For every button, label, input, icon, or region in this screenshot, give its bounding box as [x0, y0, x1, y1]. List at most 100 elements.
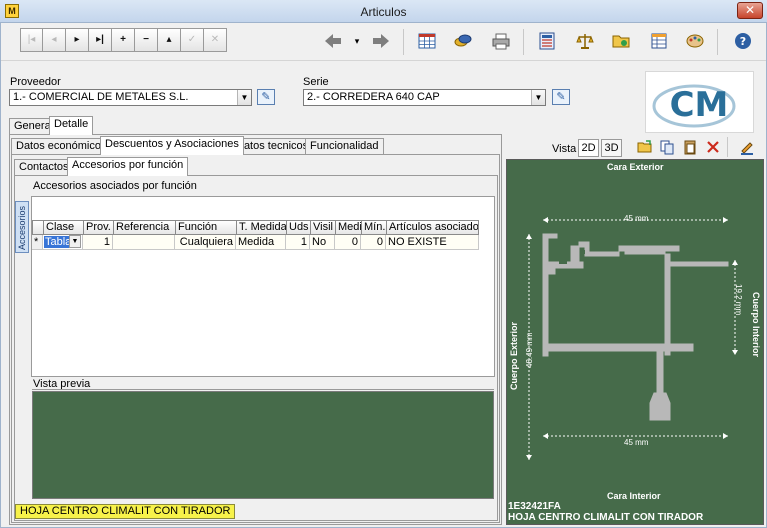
tab-accesorios-por-funcion[interactable]: Accesorios por función — [67, 157, 189, 176]
dimension-lines — [528, 219, 736, 460]
window-title: Articulos — [360, 5, 407, 19]
profile-name: HOJA CENTRO CLIMALIT CON TIRADOR — [508, 512, 704, 523]
title-bar: M Articulos ✕ — [0, 0, 767, 23]
close-button[interactable]: ✕ — [737, 2, 763, 19]
toolbar-separator — [717, 29, 718, 55]
forward-arrow-icon[interactable] — [371, 31, 391, 51]
clase-select[interactable]: Tabla ▼ — [43, 235, 83, 250]
preview-divider — [32, 389, 494, 390]
cell-visible[interactable]: No — [310, 235, 335, 250]
cell-min[interactable]: 0 — [361, 235, 386, 250]
column-header-t-medida[interactable]: T. Medida — [236, 220, 286, 235]
section-title: Accesorios asociados por función — [33, 180, 197, 192]
first-record-button[interactable]: |◂ — [20, 28, 43, 52]
dimension-bottom-label: 45 mm — [624, 438, 649, 447]
grid-row-marker-header — [32, 220, 43, 235]
copy-icon[interactable] — [659, 139, 675, 157]
calculator-icon[interactable] — [537, 31, 557, 51]
next-record-button[interactable]: ▸ — [66, 28, 89, 52]
cancel-record-button[interactable]: ✕ — [204, 28, 227, 52]
coins-icon[interactable] — [453, 31, 473, 51]
window-frame: |◂ ◂ ▸ ▸| + − ▴ ✓ ✕ ▾ ? Proveedor 1.- CO… — [0, 23, 767, 528]
back-dropdown-icon[interactable]: ▾ — [347, 31, 367, 51]
serie-value: 2.- CORREDERA 640 CAP — [307, 91, 440, 103]
tab-descuentos-asociaciones[interactable]: Descuentos y Asociaciones — [100, 136, 244, 155]
chevron-down-icon[interactable]: ▼ — [69, 235, 81, 248]
status-label: HOJA CENTRO CLIMALIT CON TIRADOR — [15, 504, 236, 519]
proveedor-select[interactable]: 1.- COMERCIAL DE METALES S.L. ▼ — [9, 89, 252, 106]
grid-icon[interactable] — [417, 31, 437, 51]
cell-medi[interactable]: 0 — [335, 235, 361, 250]
column-header-visible[interactable]: Visil — [310, 220, 335, 235]
confirm-record-button[interactable]: ✓ — [181, 28, 204, 52]
tab-funcionalidad[interactable]: Funcionalidad — [305, 138, 384, 155]
cell-uds[interactable]: 1 — [286, 235, 310, 250]
scale-icon[interactable] — [575, 31, 595, 51]
previous-record-button[interactable]: ◂ — [43, 28, 66, 52]
edit-serie-icon[interactable]: ✎ — [552, 89, 570, 105]
profile-code: 1E32421FA — [508, 501, 561, 512]
proveedor-value: 1.- COMERCIAL DE METALES S.L. — [13, 91, 189, 103]
cuerpo-exterior-label: Cuerpo Exterior — [509, 321, 519, 390]
company-logo: CM — [645, 71, 754, 133]
help-icon[interactable]: ? — [733, 31, 753, 51]
vertical-tab-label: Accesorios — [17, 205, 27, 250]
column-header-funcion[interactable]: Función — [175, 220, 236, 235]
column-header-clase[interactable]: Clase — [43, 220, 83, 235]
cara-interior-label: Cara Interior — [607, 491, 661, 501]
delete-icon[interactable] — [705, 139, 721, 157]
column-header-min[interactable]: Mín. — [361, 220, 386, 235]
dimension-top-label: 45 mm — [624, 214, 649, 223]
profile-drawing: Cara Exterior 45 mm 45 mm 48.49 mm 19.2 … — [506, 159, 764, 525]
profile-shape — [542, 233, 729, 421]
tab-datos-economicos[interactable]: Datos económicos — [11, 138, 112, 155]
printer-icon[interactable] — [491, 31, 511, 51]
sheet-icon[interactable] — [649, 31, 669, 51]
palette-icon[interactable] — [685, 31, 705, 51]
record-nav-group: |◂ ◂ ▸ ▸| + − ▴ ✓ ✕ — [20, 28, 227, 52]
last-record-button[interactable]: ▸| — [89, 28, 112, 52]
toolbar-separator — [523, 29, 524, 55]
dimension-right-label: 19.2 mm — [734, 284, 743, 316]
proveedor-label: Proveedor — [10, 76, 61, 88]
cell-funcion[interactable]: Cualquiera — [175, 235, 236, 250]
logo-text: CM — [670, 85, 729, 125]
open-folder-icon[interactable] — [637, 139, 653, 157]
chevron-down-icon[interactable]: ▼ — [237, 90, 251, 105]
serie-label: Serie — [303, 76, 329, 88]
paste-icon[interactable] — [682, 139, 698, 157]
row-marker: * — [32, 235, 43, 250]
delete-record-button[interactable]: − — [135, 28, 158, 52]
edit-proveedor-icon[interactable]: ✎ — [257, 89, 275, 105]
back-arrow-icon[interactable] — [323, 31, 343, 51]
view-2d-button[interactable]: 2D — [578, 139, 599, 157]
column-header-uds[interactable]: Uds — [286, 220, 310, 235]
svg-text:?: ? — [740, 35, 746, 48]
dimension-left-label: 48.49 mm — [525, 332, 534, 368]
vertical-tab-accesorios[interactable]: Accesorios — [15, 201, 29, 253]
cara-exterior-label: Cara Exterior — [607, 162, 664, 172]
folder-icon[interactable] — [611, 31, 631, 51]
toolbar-separator — [403, 29, 404, 55]
cell-t-medida[interactable]: Medida — [236, 235, 286, 250]
edit-record-button[interactable]: ▴ — [158, 28, 181, 52]
serie-select[interactable]: 2.- CORREDERA 640 CAP ▼ — [303, 89, 546, 106]
tab-detalle[interactable]: Detalle — [49, 116, 94, 135]
cuerpo-interior-label: Cuerpo Interior — [751, 292, 761, 358]
pencil-icon[interactable] — [739, 139, 755, 157]
cell-referencia[interactable] — [113, 235, 175, 250]
column-header-prov[interactable]: Prov. — [83, 220, 113, 235]
cell-articulos-asociados[interactable]: NO EXISTE — [386, 235, 479, 250]
cell-prov[interactable]: 1 — [83, 235, 113, 250]
add-record-button[interactable]: + — [112, 28, 135, 52]
tab-contactos[interactable]: Contactos — [14, 159, 74, 176]
toolbar-separator — [727, 137, 728, 157]
column-header-medi[interactable]: Medi — [335, 220, 361, 235]
chevron-down-icon[interactable]: ▼ — [531, 90, 545, 105]
view-3d-button[interactable]: 3D — [601, 139, 622, 157]
column-header-articulos-asociados[interactable]: Artículos asociados — [386, 220, 479, 235]
vista-label: Vista — [552, 143, 577, 155]
column-header-referencia[interactable]: Referencia — [113, 220, 175, 235]
preview-area — [32, 391, 494, 499]
toolbar: |◂ ◂ ▸ ▸| + − ▴ ✓ ✕ ▾ ? — [1, 23, 766, 61]
